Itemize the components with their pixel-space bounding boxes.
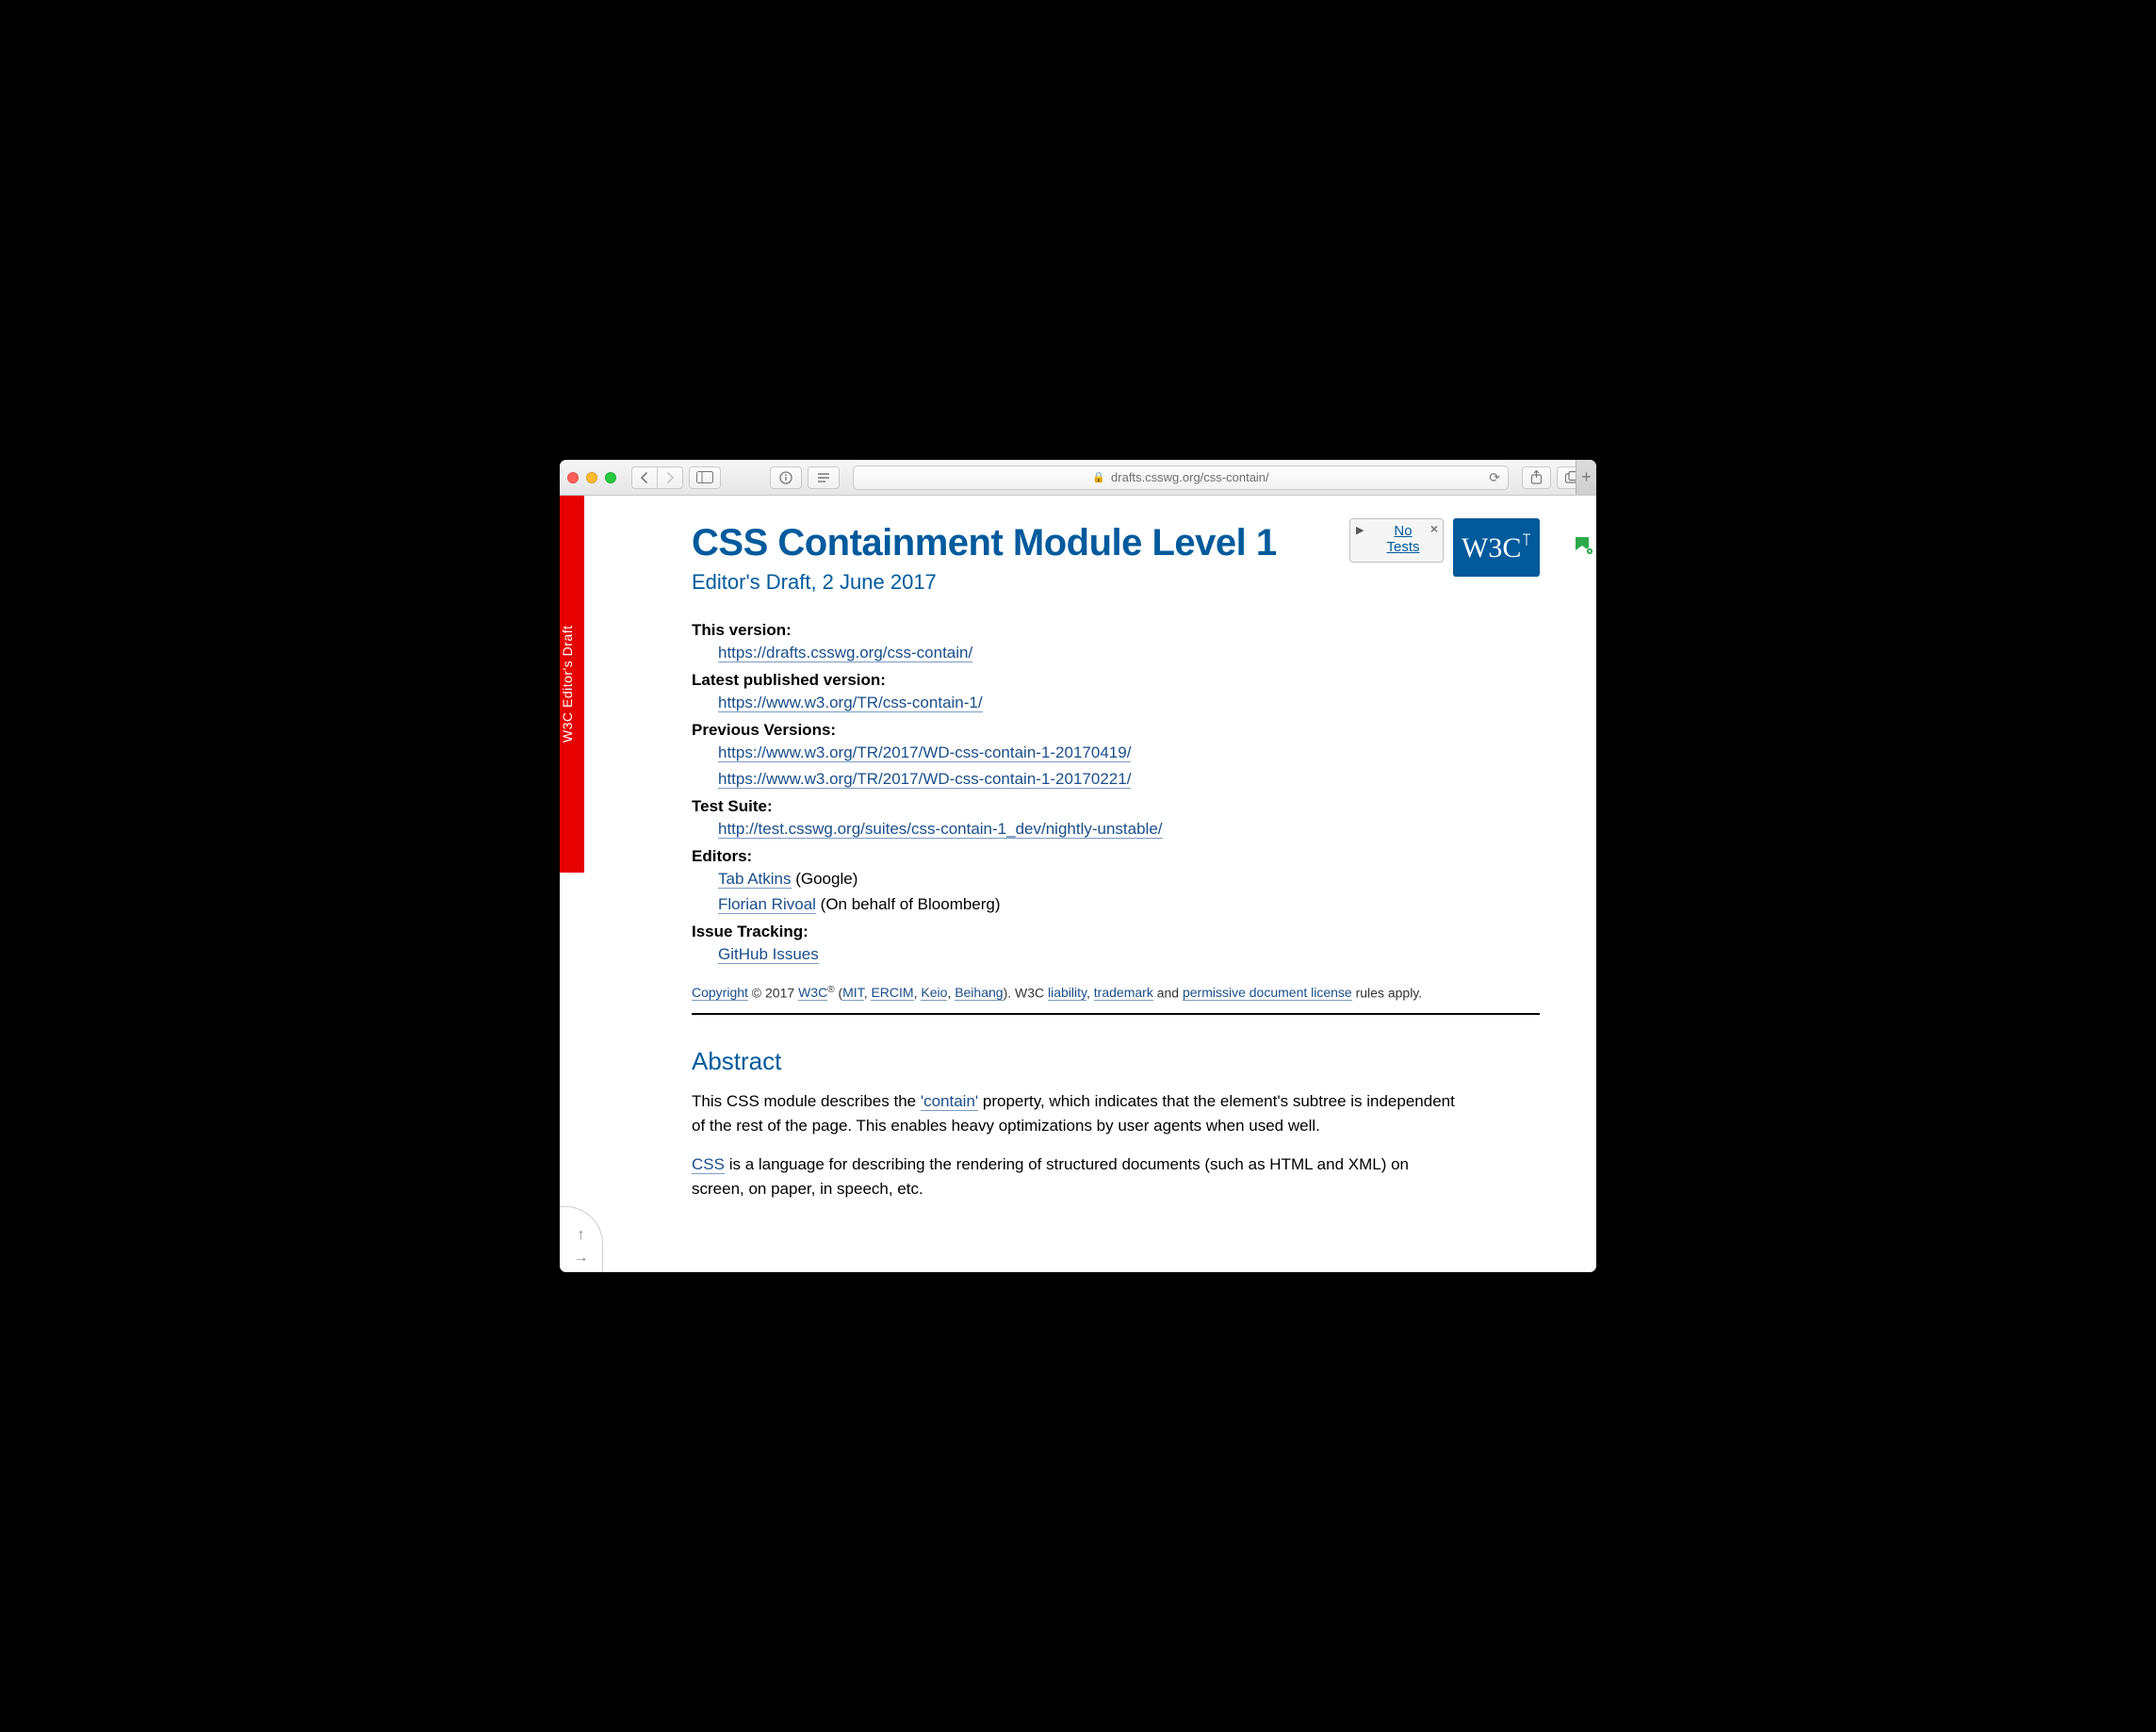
nav-back-forward xyxy=(631,466,683,489)
test-suite-link[interactable]: http://test.csswg.org/suites/css-contain… xyxy=(718,820,1163,839)
this-version-label: This version: xyxy=(692,621,1540,640)
nav-up-icon[interactable]: ↑ xyxy=(578,1227,585,1244)
nav-right-icon[interactable]: → xyxy=(574,1250,589,1266)
close-icon[interactable]: × xyxy=(1430,521,1438,536)
titlebar: 🔒 drafts.csswg.org/css-contain/ ⟳ + xyxy=(560,460,1596,496)
url-text: drafts.csswg.org/css-contain/ xyxy=(1111,470,1269,484)
editor-row: Florian Rivoal (On behalf of Bloomberg) xyxy=(718,891,1540,917)
css-link[interactable]: CSS xyxy=(692,1155,725,1174)
this-version-link[interactable]: https://drafts.csswg.org/css-contain/ xyxy=(718,644,972,662)
reload-button[interactable]: ⟳ xyxy=(1489,469,1500,485)
share-button[interactable] xyxy=(1522,466,1551,489)
header-right-widgets: ▶ × NoTests W3C xyxy=(1349,518,1540,577)
w3c-logo[interactable]: W3C xyxy=(1453,518,1540,577)
abstract-heading: Abstract xyxy=(692,1047,1540,1076)
reader-button[interactable] xyxy=(808,466,840,489)
back-button[interactable] xyxy=(631,466,657,489)
previous-version-link[interactable]: https://www.w3.org/TR/2017/WD-css-contai… xyxy=(718,770,1131,789)
test-suite-label: Test Suite: xyxy=(692,797,1540,816)
minimize-window-button[interactable] xyxy=(586,472,597,483)
privacy-report-button[interactable] xyxy=(770,466,802,489)
latest-version-link[interactable]: https://www.w3.org/TR/css-contain-1/ xyxy=(718,694,983,712)
safari-window: 🔒 drafts.csswg.org/css-contain/ ⟳ + W3C … xyxy=(560,460,1596,1272)
editor-row: Tab Atkins (Google) xyxy=(718,866,1540,891)
ercim-link[interactable]: ERCIM xyxy=(871,985,913,1001)
forward-button[interactable] xyxy=(657,466,683,489)
editor-link[interactable]: Tab Atkins xyxy=(718,870,792,889)
previous-version-link[interactable]: https://www.w3.org/TR/2017/WD-css-contai… xyxy=(718,743,1131,762)
copyright-link[interactable]: Copyright xyxy=(692,985,748,1001)
mit-link[interactable]: MIT xyxy=(842,985,864,1001)
new-tab-button[interactable]: + xyxy=(1576,460,1596,495)
divider xyxy=(692,1013,1540,1015)
latest-version-label: Latest published version: xyxy=(692,671,1540,690)
liability-link[interactable]: liability xyxy=(1048,985,1086,1001)
fullscreen-window-button[interactable] xyxy=(605,472,616,483)
no-tests-link[interactable]: NoTests xyxy=(1386,523,1419,555)
abstract-paragraph: CSS is a language for describing the ren… xyxy=(692,1152,1464,1201)
page-content: W3C Editor's Draft ▶ × NoTests W3C xyxy=(560,496,1596,1272)
trademark-link[interactable]: trademark xyxy=(1094,985,1153,1001)
expand-icon[interactable]: ▶ xyxy=(1356,525,1364,537)
keio-link[interactable]: Keio xyxy=(921,985,947,1001)
lock-icon: 🔒 xyxy=(1092,471,1105,483)
license-link[interactable]: permissive document license xyxy=(1183,985,1352,1001)
contain-property-link[interactable]: 'contain' xyxy=(921,1092,978,1111)
address-bar[interactable]: 🔒 drafts.csswg.org/css-contain/ ⟳ xyxy=(853,466,1509,490)
tests-widget: ▶ × NoTests xyxy=(1349,518,1444,563)
beihang-link[interactable]: Beihang xyxy=(955,985,1003,1001)
copyright-line: Copyright © 2017 W3C® (MIT, ERCIM, Keio,… xyxy=(692,985,1540,1010)
github-issues-link[interactable]: GitHub Issues xyxy=(718,945,819,964)
editors-label: Editors: xyxy=(692,847,1540,866)
close-window-button[interactable] xyxy=(567,472,579,483)
editor-link[interactable]: Florian Rivoal xyxy=(718,895,816,914)
sidebar-toggle-button[interactable] xyxy=(689,466,721,489)
window-controls xyxy=(567,472,616,483)
previous-versions-label: Previous Versions: xyxy=(692,721,1540,740)
svg-text:W3C: W3C xyxy=(1462,532,1521,564)
issue-tracking-label: Issue Tracking: xyxy=(692,923,1540,941)
spec-metadata: This version: https://drafts.csswg.org/c… xyxy=(692,621,1540,968)
abstract-paragraph: This CSS module describes the 'contain' … xyxy=(692,1089,1464,1137)
w3c-link[interactable]: W3C xyxy=(798,985,827,1001)
